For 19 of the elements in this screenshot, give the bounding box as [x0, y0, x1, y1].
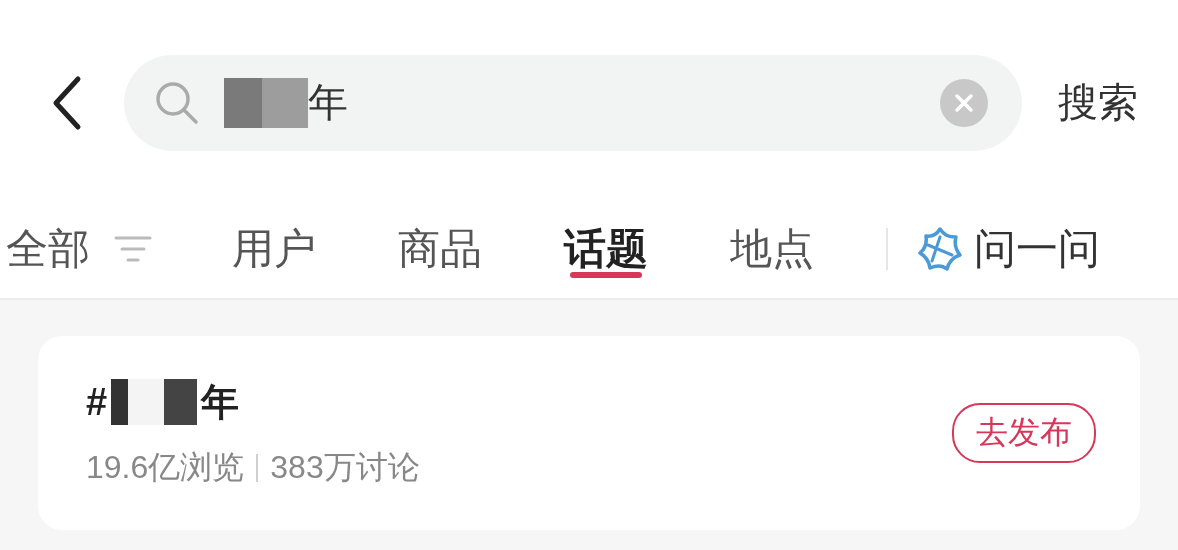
search-button[interactable]: 搜索 — [1058, 75, 1138, 130]
tab[interactable]: 话题 — [564, 200, 648, 298]
topic-title: 年 — [201, 379, 240, 425]
filter-icon[interactable] — [114, 235, 152, 263]
topic-hash: # — [86, 380, 108, 424]
search-text: 年 — [308, 79, 348, 126]
search-field[interactable]: 年 — [124, 54, 1022, 151]
search-icon — [154, 79, 200, 126]
tab[interactable]: 全部 — [6, 200, 90, 298]
topic-card[interactable]: # 年 19.6亿浏览 383万讨论 去发布 — [38, 336, 1140, 530]
ask-tab[interactable]: 问一问 — [916, 200, 1100, 298]
tab[interactable]: 商品 — [398, 200, 482, 298]
tab[interactable]: 地点 — [730, 200, 814, 298]
view-count: 19.6亿浏览 — [86, 447, 245, 487]
tab[interactable]: 用户 — [232, 200, 316, 298]
discussion-count: 383万讨论 — [270, 447, 420, 487]
publish-button[interactable]: 去发布 — [952, 403, 1096, 463]
star-icon — [916, 225, 964, 273]
clear-icon[interactable] — [940, 78, 988, 127]
